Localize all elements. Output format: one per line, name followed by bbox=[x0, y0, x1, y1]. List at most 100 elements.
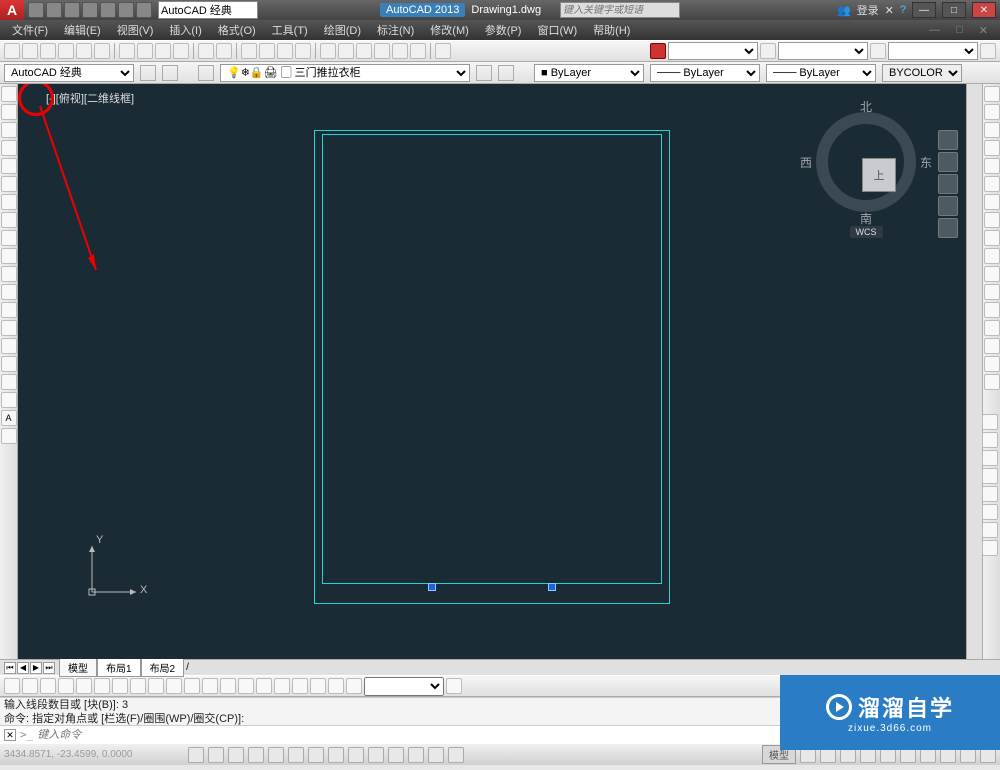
publish-icon[interactable] bbox=[94, 43, 110, 59]
pan-icon[interactable] bbox=[241, 43, 257, 59]
layer-prev-icon[interactable] bbox=[498, 65, 514, 81]
lineweight-combo2[interactable] bbox=[888, 42, 978, 60]
dimupdate-icon[interactable] bbox=[346, 678, 362, 694]
undo-icon[interactable] bbox=[118, 2, 134, 18]
dimaligned-icon[interactable] bbox=[22, 678, 38, 694]
dimdia-icon[interactable] bbox=[112, 678, 128, 694]
color-combo[interactable] bbox=[668, 42, 758, 60]
mdi-restore-icon[interactable]: □ bbox=[950, 22, 969, 38]
explode-icon[interactable] bbox=[984, 374, 1000, 390]
inspect-icon[interactable] bbox=[274, 678, 290, 694]
tpy-icon[interactable] bbox=[388, 747, 404, 763]
plot-style-icon[interactable] bbox=[980, 43, 996, 59]
saveas-icon[interactable] bbox=[82, 2, 98, 18]
menu-modify[interactable]: 修改(M) bbox=[424, 20, 475, 40]
tab-layout2[interactable]: 布局2 bbox=[141, 658, 185, 677]
lineweight-select[interactable]: ─── ByLayer bbox=[766, 64, 876, 82]
zoom-window-icon[interactable] bbox=[277, 43, 293, 59]
redo2-icon[interactable] bbox=[216, 43, 232, 59]
osnap-icon[interactable] bbox=[268, 747, 284, 763]
menu-draw[interactable]: 绘图(D) bbox=[318, 20, 367, 40]
polar-icon[interactable] bbox=[248, 747, 264, 763]
zoom-prev-icon[interactable] bbox=[295, 43, 311, 59]
color-select[interactable]: ■ ByLayer bbox=[534, 64, 644, 82]
chamfer-icon[interactable] bbox=[984, 320, 1000, 336]
dimarc-icon[interactable] bbox=[40, 678, 56, 694]
markup-icon[interactable] bbox=[392, 43, 408, 59]
designcenter-icon[interactable] bbox=[338, 43, 354, 59]
ellipse-arc-icon[interactable] bbox=[1, 266, 17, 282]
cmd-close-icon[interactable]: ✕ bbox=[4, 729, 16, 741]
viewcube-east[interactable]: 东 bbox=[920, 154, 932, 171]
move-icon[interactable] bbox=[984, 176, 1000, 192]
menu-edit[interactable]: 编辑(E) bbox=[58, 20, 107, 40]
layer-state-icon[interactable] bbox=[476, 65, 492, 81]
addsel-icon[interactable] bbox=[1, 428, 17, 444]
calc-icon[interactable] bbox=[410, 43, 426, 59]
preview-icon[interactable] bbox=[76, 43, 92, 59]
help-icon[interactable]: ? bbox=[900, 4, 906, 16]
break-icon[interactable] bbox=[984, 284, 1000, 300]
layer-props-icon[interactable] bbox=[198, 65, 214, 81]
linetype-combo2[interactable] bbox=[778, 42, 868, 60]
wheel-icon[interactable] bbox=[938, 130, 958, 150]
status-icon[interactable] bbox=[982, 522, 998, 538]
setvar-icon[interactable] bbox=[982, 540, 998, 556]
tab-prev-icon[interactable]: ◀ bbox=[17, 662, 29, 674]
dimlinear-icon[interactable] bbox=[4, 678, 20, 694]
properties-icon[interactable] bbox=[320, 43, 336, 59]
vertical-scrollbar[interactable] bbox=[966, 84, 982, 659]
print-icon[interactable] bbox=[58, 43, 74, 59]
dimbase-icon[interactable] bbox=[166, 678, 182, 694]
dimord-icon[interactable] bbox=[58, 678, 74, 694]
dimtedit-icon[interactable] bbox=[328, 678, 344, 694]
drawing-canvas[interactable]: [-][俯视][二维线框] X Y 北 上 西 东 bbox=[18, 84, 966, 659]
snap-icon[interactable] bbox=[188, 747, 204, 763]
3dosnap-icon[interactable] bbox=[288, 747, 304, 763]
menu-view[interactable]: 视图(V) bbox=[111, 20, 160, 40]
region-icon[interactable] bbox=[1, 374, 17, 390]
menu-dimension[interactable]: 标注(N) bbox=[371, 20, 420, 40]
menu-tools[interactable]: 工具(T) bbox=[266, 20, 314, 40]
viewcube-top-face[interactable]: 上 bbox=[862, 158, 896, 192]
dimstyle-select[interactable] bbox=[364, 677, 444, 696]
tolerance-icon[interactable] bbox=[238, 678, 254, 694]
time-icon[interactable] bbox=[982, 504, 998, 520]
new-icon[interactable] bbox=[28, 2, 44, 18]
xline-icon[interactable] bbox=[1, 104, 17, 120]
offset-icon[interactable] bbox=[984, 140, 1000, 156]
save-file-icon[interactable] bbox=[40, 43, 56, 59]
polygon-icon[interactable] bbox=[1, 140, 17, 156]
help2-icon[interactable] bbox=[435, 43, 451, 59]
block-icon[interactable] bbox=[1, 302, 17, 318]
workspace-select[interactable] bbox=[158, 1, 258, 19]
ellipse-icon[interactable] bbox=[1, 248, 17, 264]
table-icon[interactable] bbox=[1, 392, 17, 408]
pan2-icon[interactable] bbox=[938, 152, 958, 172]
plotstyle-select[interactable]: BYCOLOR bbox=[882, 64, 962, 82]
gradient-icon[interactable] bbox=[1, 356, 17, 372]
sc-icon[interactable] bbox=[428, 747, 444, 763]
showmotion-icon[interactable] bbox=[938, 218, 958, 238]
dimspace-icon[interactable] bbox=[202, 678, 218, 694]
color-swatch-icon[interactable] bbox=[650, 43, 666, 59]
open-file-icon[interactable] bbox=[22, 43, 38, 59]
grid-icon[interactable] bbox=[208, 747, 224, 763]
rectangle-icon[interactable] bbox=[1, 158, 17, 174]
point-icon[interactable] bbox=[1, 320, 17, 336]
zoom2-icon[interactable] bbox=[938, 174, 958, 194]
copy2-icon[interactable] bbox=[984, 104, 1000, 120]
blend-icon[interactable] bbox=[984, 356, 1000, 372]
close-button[interactable]: ✕ bbox=[972, 2, 996, 18]
dimang-icon[interactable] bbox=[130, 678, 146, 694]
trim-icon[interactable] bbox=[984, 248, 1000, 264]
layer-select[interactable]: 💡❄🔒🖨 ▢ 三门推拉衣柜 bbox=[220, 64, 470, 82]
lineweight-icon[interactable] bbox=[870, 43, 886, 59]
line-icon[interactable] bbox=[1, 86, 17, 102]
app-logo-icon[interactable]: A bbox=[0, 0, 24, 20]
exchange-icon[interactable]: ✕ bbox=[885, 4, 894, 17]
circle-icon[interactable] bbox=[1, 194, 17, 210]
erase-icon[interactable] bbox=[984, 86, 1000, 102]
menu-window[interactable]: 窗口(W) bbox=[531, 20, 583, 40]
dimqck-icon[interactable] bbox=[148, 678, 164, 694]
